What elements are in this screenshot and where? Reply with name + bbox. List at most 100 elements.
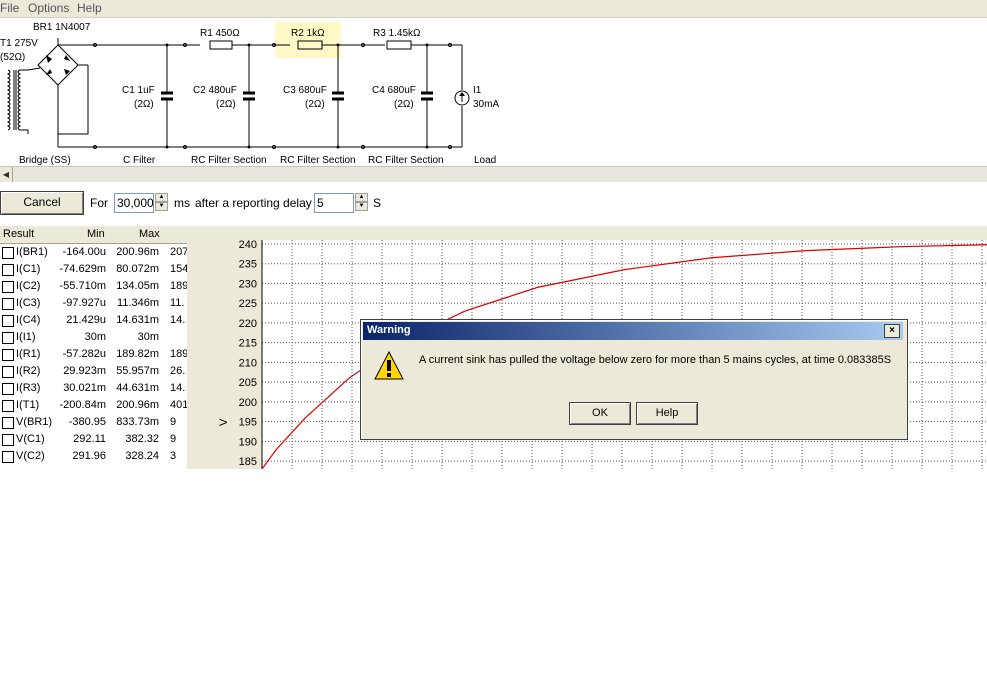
section-rc-1: RC Filter Section xyxy=(191,155,267,166)
for-label: For xyxy=(90,196,108,210)
load-label[interactable]: I1 xyxy=(473,85,481,96)
menu-help[interactable]: Help xyxy=(77,1,102,15)
dialog-title: Warning xyxy=(367,324,411,336)
y-tick-label: 220 xyxy=(239,318,257,330)
dialog-titlebar: Warning × xyxy=(363,322,903,340)
ok-button[interactable]: OK xyxy=(569,402,631,425)
delay-unit: S xyxy=(373,196,382,210)
delay-input[interactable]: 5 xyxy=(314,193,354,213)
row-min: -164.00u xyxy=(62,246,106,258)
table-row[interactable]: V(C1) 292.11 382.32 9 xyxy=(0,431,187,448)
transformer-label: T1 275V xyxy=(0,38,38,49)
table-row[interactable]: I(C3) -97.927u 11.346m 11. xyxy=(0,295,187,312)
simulation-toolbar: Cancel For 30,000 ▲ ▼ ms after a reportin… xyxy=(0,182,987,224)
warning-icon xyxy=(374,350,404,380)
row-max: 328.24 xyxy=(125,450,159,462)
header-result[interactable]: Result xyxy=(3,228,34,240)
c2-label[interactable]: C2 480uF xyxy=(193,85,237,96)
row-checkbox[interactable] xyxy=(2,366,14,378)
c4-label[interactable]: C4 680uF xyxy=(372,85,416,96)
row-max: 55.957m xyxy=(116,365,159,377)
close-icon[interactable]: × xyxy=(884,324,900,338)
spin-up-icon[interactable]: ▲ xyxy=(155,193,168,202)
table-row[interactable]: I(T1) -200.84m 200.96m 401 xyxy=(0,397,187,414)
help-button[interactable]: Help xyxy=(636,402,698,425)
header-min[interactable]: Min xyxy=(87,228,105,240)
row-name: I(BR1) xyxy=(16,246,48,258)
r3-label[interactable]: R3 1.45kΩ xyxy=(373,28,421,39)
r2-label[interactable]: R2 1kΩ xyxy=(291,28,325,39)
row-max: 833.73m xyxy=(116,416,159,428)
row-name: I(C1) xyxy=(16,263,41,275)
row-extra: 401 xyxy=(170,399,187,411)
row-checkbox[interactable] xyxy=(2,400,14,412)
row-name: I(R3) xyxy=(16,382,41,394)
row-name: I(C3) xyxy=(16,297,41,309)
row-min: -55.710m xyxy=(59,280,106,292)
menu-file[interactable]: File xyxy=(0,1,19,15)
c3-label[interactable]: C3 680uF xyxy=(283,85,327,96)
row-max: 134.05m xyxy=(116,280,159,292)
y-tick-label: 190 xyxy=(239,436,257,448)
duration-input[interactable]: 30,000 xyxy=(114,193,154,213)
row-checkbox[interactable] xyxy=(2,434,14,446)
table-row[interactable]: I(C2) -55.710m 134.05m 189 xyxy=(0,278,187,295)
load-value: 30mA xyxy=(473,99,500,110)
spin-down-icon[interactable]: ▼ xyxy=(155,202,168,211)
spin-up-icon[interactable]: ▲ xyxy=(355,193,368,202)
row-name: V(BR1) xyxy=(16,416,53,428)
table-row[interactable]: I(R2) 29.923m 55.957m 26. xyxy=(0,363,187,380)
section-load: Load xyxy=(474,155,497,166)
c1-esr: (2Ω) xyxy=(134,99,154,110)
bridge-label: BR1 1N4007 xyxy=(33,22,91,33)
row-min: -380.95 xyxy=(68,416,106,428)
row-extra: 189 xyxy=(170,280,187,292)
spin-down-icon[interactable]: ▼ xyxy=(355,202,368,211)
scroll-left-icon[interactable]: ◀ xyxy=(0,167,13,182)
table-row[interactable]: I(R3) 30.021m 44.631m 14. xyxy=(0,380,187,397)
row-checkbox[interactable] xyxy=(2,281,14,293)
row-checkbox[interactable] xyxy=(2,349,14,361)
table-row[interactable]: I(C1) -74.629m 80.072m 154 xyxy=(0,261,187,278)
row-min: -57.282u xyxy=(62,348,106,360)
header-max[interactable]: Max xyxy=(139,228,160,240)
table-row[interactable]: I(R1) -57.282u 189.82m 189 xyxy=(0,346,187,363)
table-row[interactable]: I(BR1) -164.00u 200.96m 207 xyxy=(0,244,187,261)
y-tick-label: 230 xyxy=(239,278,257,290)
y-axis-label: V xyxy=(218,418,230,426)
row-checkbox[interactable] xyxy=(2,298,14,310)
row-checkbox[interactable] xyxy=(2,264,14,276)
row-max: 200.96m xyxy=(116,246,159,258)
horizontal-scrollbar[interactable]: ◀ xyxy=(0,166,987,183)
row-max: 200.96m xyxy=(116,399,159,411)
delay-spinner[interactable]: ▲ ▼ xyxy=(355,193,368,211)
r1-label[interactable]: R1 450Ω xyxy=(200,28,240,39)
y-tick-label: 225 xyxy=(239,298,257,310)
row-min: 21.429u xyxy=(66,314,106,326)
duration-spinner[interactable]: ▲ ▼ xyxy=(155,193,168,211)
row-name: V(C1) xyxy=(16,433,45,445)
row-extra: 14. xyxy=(170,382,186,394)
y-tick-label: 240 xyxy=(239,239,257,251)
row-max: 44.631m xyxy=(116,382,159,394)
menu-options[interactable]: Options xyxy=(28,1,69,15)
table-row[interactable]: V(BR1) -380.95 833.73m 9 xyxy=(0,414,187,431)
row-checkbox[interactable] xyxy=(2,247,14,259)
row-checkbox[interactable] xyxy=(2,332,14,344)
row-checkbox[interactable] xyxy=(2,315,14,327)
row-checkbox[interactable] xyxy=(2,451,14,463)
row-checkbox[interactable] xyxy=(2,383,14,395)
results-header: Result Min Max xyxy=(0,226,187,244)
table-row[interactable]: V(C2) 291.96 328.24 3 xyxy=(0,448,187,465)
row-max: 14.631m xyxy=(116,314,159,326)
section-bridge: Bridge (SS) xyxy=(19,155,71,166)
table-row[interactable]: I(C4) 21.429u 14.631m 14. xyxy=(0,312,187,329)
c1-label[interactable]: C1 1uF xyxy=(122,85,155,96)
row-min: 29.923m xyxy=(63,365,106,377)
cancel-button[interactable]: Cancel xyxy=(0,191,84,215)
row-name: I(R2) xyxy=(16,365,41,377)
section-rc-2: RC Filter Section xyxy=(280,155,356,166)
section-c-filter: C Filter xyxy=(123,155,156,166)
row-checkbox[interactable] xyxy=(2,417,14,429)
table-row[interactable]: I(I1) 30m 30m xyxy=(0,329,187,346)
